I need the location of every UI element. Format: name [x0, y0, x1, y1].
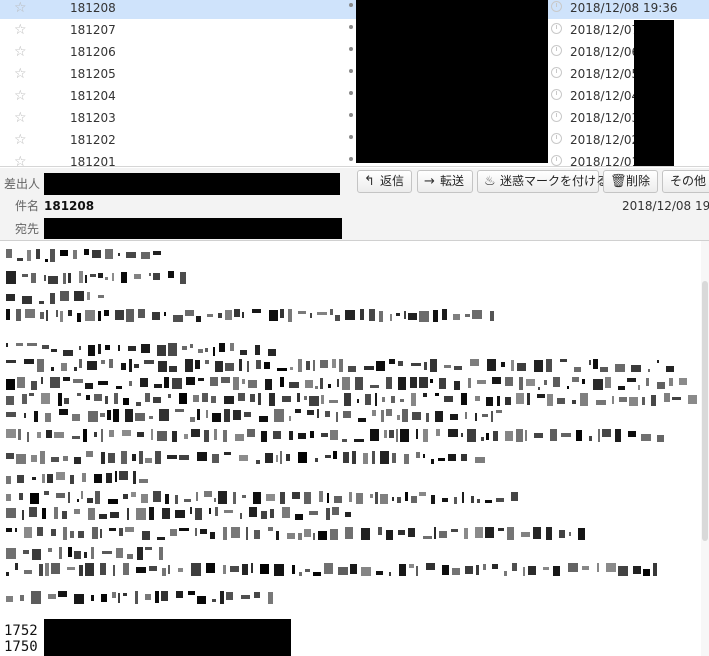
message-row[interactable]: ☆ 181201 2018/12/01 — [0, 151, 709, 167]
junk-status-icon[interactable] — [551, 45, 562, 56]
pixelated-text-line — [6, 547, 166, 561]
delete-button-label: 削除 — [626, 174, 651, 188]
junk-status-icon[interactable] — [551, 89, 562, 100]
message-date: 2018/12/05 — [570, 67, 640, 81]
pixelated-text-line — [6, 377, 696, 391]
pixelated-text-line — [6, 359, 674, 373]
star-icon[interactable]: ☆ — [14, 43, 27, 61]
junk-button-label: 迷惑マークを付ける — [500, 174, 609, 188]
message-subject: 181207 — [70, 23, 116, 37]
read-status-dot-icon[interactable] — [349, 135, 353, 139]
read-status-dot-icon[interactable] — [349, 25, 353, 29]
trash-icon: 🗑 — [610, 174, 627, 189]
junk-status-icon[interactable] — [551, 155, 562, 166]
pixelated-text-line — [6, 409, 511, 423]
pixelated-text-line — [6, 429, 666, 443]
redacted-time-column — [634, 20, 674, 167]
forward-arrow-icon: → — [424, 174, 435, 189]
message-subject: 181206 — [70, 45, 116, 59]
message-row[interactable]: ☆ 181206 2018/12/06 — [0, 41, 709, 63]
forward-button[interactable]: → 転送 — [417, 170, 473, 193]
vertical-scrollbar[interactable] — [701, 241, 709, 656]
pixelated-text-line — [6, 393, 697, 407]
message-date: 2018/12/04 — [570, 89, 640, 103]
star-icon[interactable]: ☆ — [14, 87, 27, 105]
delete-button[interactable]: 🗑 削除 — [603, 170, 658, 193]
read-status-dot-icon[interactable] — [349, 47, 353, 51]
message-row[interactable]: ☆ 181204 2018/12/04 — [0, 85, 709, 107]
star-icon[interactable]: ☆ — [14, 131, 27, 149]
message-subject: 181202 — [70, 133, 116, 147]
star-icon[interactable]: ☆ — [14, 153, 27, 167]
message-row[interactable]: ☆ 181207 2018/12/07 — [0, 19, 709, 41]
pane-splitter[interactable] — [0, 166, 709, 167]
message-subject: 181205 — [70, 67, 116, 81]
forward-button-label: 転送 — [440, 174, 465, 188]
read-status-dot-icon[interactable] — [349, 91, 353, 95]
message-row[interactable]: ☆ 181205 2018/12/05 — [0, 63, 709, 85]
redacted-sender-column — [356, 0, 548, 163]
pixelated-text-line — [6, 563, 661, 577]
pixelated-text-line — [6, 343, 276, 357]
reply-button[interactable]: ↰ 返信 — [357, 170, 412, 193]
redacted-from-value — [44, 173, 340, 195]
to-label: 宛先 — [15, 222, 40, 236]
star-icon[interactable]: ☆ — [14, 109, 27, 127]
message-body: 1752 1750 — [0, 241, 709, 656]
message-date: 2018/12/08 19:36 — [570, 1, 678, 15]
message-subject: 181208 — [70, 1, 116, 15]
message-list: ☆ 181208 2018/12/08 19:36 ☆ 181207 2018/12/07… — [0, 0, 709, 167]
message-date: 2018/12/06 — [570, 45, 640, 59]
pixelated-text-line — [6, 249, 166, 263]
pixelated-text-line — [6, 491, 526, 505]
pixelated-text-line — [6, 309, 496, 323]
junk-status-icon[interactable] — [551, 67, 562, 78]
redacted-to-value — [44, 218, 342, 239]
message-row[interactable]: ☆ 181203 2018/12/03 — [0, 107, 709, 129]
junk-button[interactable]: ♨ 迷惑マークを付ける — [477, 170, 608, 193]
junk-status-icon[interactable] — [551, 133, 562, 144]
read-status-dot-icon[interactable] — [349, 113, 353, 117]
junk-status-icon[interactable] — [551, 1, 562, 12]
message-subject: 181204 — [70, 89, 116, 103]
message-date: 2018/12/07 — [570, 23, 640, 37]
read-status-dot-icon[interactable] — [349, 157, 353, 161]
message-date: 2018/12/03 — [570, 111, 640, 125]
message-row[interactable]: ☆ 181208 2018/12/08 19:36 — [0, 0, 709, 19]
pixelated-text-line — [6, 451, 486, 465]
junk-flame-icon: ♨ — [484, 174, 496, 189]
read-status-dot-icon[interactable] — [349, 3, 353, 7]
footer-number-1: 1752 — [4, 623, 38, 639]
footer-number-2: 1750 — [4, 639, 38, 655]
pixelated-text-line — [6, 507, 356, 521]
star-icon[interactable]: ☆ — [14, 0, 27, 17]
pixelated-text-line — [6, 271, 191, 285]
pixelated-text-line — [6, 591, 276, 605]
subject-label: 件名 — [15, 199, 40, 213]
pixelated-text-line — [6, 527, 591, 541]
pixelated-text-line — [6, 471, 156, 485]
junk-status-icon[interactable] — [551, 23, 562, 34]
other-actions-button[interactable]: その他 ⌄ — [662, 170, 709, 193]
message-row[interactable]: ☆ 181202 2018/12/02 — [0, 129, 709, 151]
pixelated-text-line — [6, 291, 106, 305]
message-date: 2018/12/02 — [570, 133, 640, 147]
message-subject: 181203 — [70, 111, 116, 125]
message-date: 2018/12/08 19:3 — [622, 199, 709, 213]
reply-button-label: 返信 — [380, 174, 405, 188]
junk-status-icon[interactable] — [551, 111, 562, 122]
star-icon[interactable]: ☆ — [14, 21, 27, 39]
message-header: 差出人 ↰ 返信 → 転送 ♨ 迷惑マークを付ける 🗑 削除 その他 ⌄ 件名 … — [0, 168, 709, 241]
other-button-label: その他 — [670, 174, 707, 188]
redacted-footer — [44, 619, 291, 656]
from-label: 差出人 — [4, 177, 41, 191]
reply-arrow-icon: ↰ — [364, 174, 375, 189]
scrollbar-thumb[interactable] — [702, 281, 708, 541]
star-icon[interactable]: ☆ — [14, 65, 27, 83]
subject-value: 181208 — [44, 199, 95, 213]
read-status-dot-icon[interactable] — [349, 69, 353, 73]
